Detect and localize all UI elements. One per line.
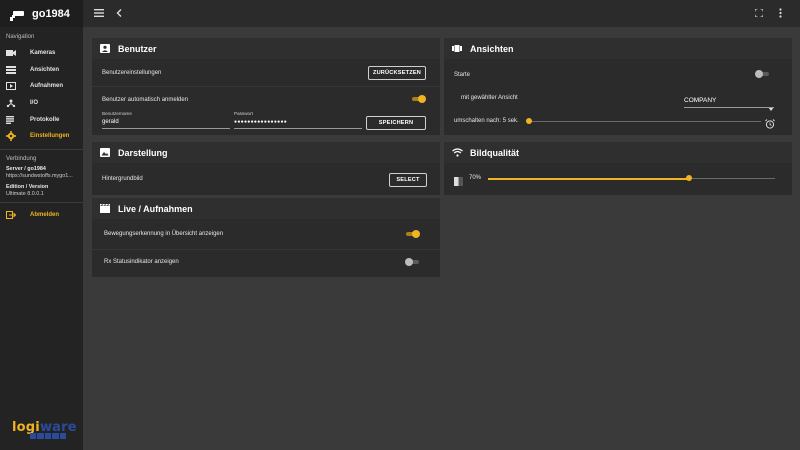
password-label: Passwort xyxy=(234,111,253,116)
benutzer-title: Benutzer xyxy=(118,43,157,54)
benutzer-panel: Benutzer Benutzereinstellungen ZURÜCKSET… xyxy=(92,38,440,135)
reset-button[interactable]: ZURÜCKSETZEN xyxy=(368,66,426,80)
darstellung-header: Darstellung xyxy=(92,142,440,163)
quality-icon xyxy=(454,173,463,191)
auto-login-row: Benutzer automatisch anmelden xyxy=(92,94,440,106)
settings-label: Benutzereinstellungen xyxy=(102,69,162,76)
sidebar-item-aufnahmen[interactable]: Aufnahmen xyxy=(0,78,83,95)
clapperboard-icon xyxy=(100,203,110,213)
auto-login-label: Benutzer automatisch anmelden xyxy=(102,97,189,103)
quality-value: 70% xyxy=(469,175,482,181)
view-icon xyxy=(6,65,16,74)
benutzer-header: Benutzer xyxy=(92,38,440,59)
divider xyxy=(0,148,83,150)
sidebar-item-io[interactable]: I/O xyxy=(0,95,83,112)
bildqualitaet-header: Bildqualität xyxy=(444,142,792,163)
menu-icon[interactable] xyxy=(93,8,105,18)
quality-slider-fill xyxy=(488,177,689,180)
video-icon xyxy=(6,82,16,91)
sidebar-item-label: Aufnahmen xyxy=(30,83,63,90)
edition-label: Edition / Version xyxy=(6,183,49,190)
start-row: Starte xyxy=(444,69,792,81)
list-icon xyxy=(6,115,16,124)
ansichten-panel: Ansichten Starte mit gewählter Ansicht C… xyxy=(444,38,792,135)
app-root: go1984 Navigation Kameras Ansichten Aufn… xyxy=(0,0,800,450)
view-carousel-icon xyxy=(452,44,462,53)
sidebar-item-ansichten[interactable]: Ansichten xyxy=(0,62,83,79)
sidebar-item-einstellungen[interactable]: Einstellungen xyxy=(0,128,83,145)
background-label: Hintergrundbild xyxy=(102,176,143,182)
username-label: Benutzername xyxy=(102,111,132,116)
quality-slider-thumb[interactable] xyxy=(685,175,692,181)
top-bar xyxy=(83,0,800,27)
account-box-icon xyxy=(100,44,110,53)
divider xyxy=(0,201,83,203)
alarm-clock-icon[interactable] xyxy=(765,116,775,134)
more-vert-icon[interactable] xyxy=(774,8,786,18)
switch-slider-thumb[interactable] xyxy=(526,118,532,124)
sidebar-item-kameras[interactable]: Kameras xyxy=(0,45,83,62)
motion-label: Bewegungserkennung in Übersicht anzeigen xyxy=(104,231,224,237)
ansichten-header: Ansichten xyxy=(444,38,792,59)
view-label: mit gewählter Ansicht xyxy=(461,95,518,101)
live-panel: Live / Aufnahmen Bewegungserkennung in Ü… xyxy=(92,198,440,277)
fullscreen-icon[interactable] xyxy=(753,8,765,18)
nav-heading: Navigation xyxy=(6,34,35,40)
switch-label: umschalten nach: 5 sek. xyxy=(454,118,519,124)
sidebar-item-label: Protokolle xyxy=(30,116,60,123)
sidebar-item-protokolle[interactable]: Protokolle xyxy=(0,111,83,128)
switch-slider-track xyxy=(529,121,761,122)
network-icon xyxy=(6,99,16,108)
view-select-value: COMPANY xyxy=(684,97,717,104)
camera-icon xyxy=(6,49,16,57)
wifi-icon xyxy=(452,148,463,157)
password-input[interactable]: ●●●●●●●●●●●●●●●● xyxy=(234,119,287,125)
logout-label: Abmelden xyxy=(30,212,60,219)
background-row: Hintergrundbild xyxy=(92,163,440,195)
darstellung-title: Darstellung xyxy=(118,147,168,158)
server-label: Server / go1984 xyxy=(6,165,46,172)
app-title: go1984 xyxy=(32,7,70,20)
sidebar-item-label: I/O xyxy=(30,100,39,107)
live-header: Live / Aufnahmen xyxy=(92,198,440,219)
server-value: https://sundwstoffs.mygo1... xyxy=(6,172,73,179)
rx-label: Rx Statusindikator anzeigen xyxy=(104,259,179,265)
sidebar-item-label: Ansichten xyxy=(30,66,60,73)
logout-button[interactable]: Abmelden xyxy=(0,207,83,224)
darstellung-panel: Darstellung Hintergrundbild SELECT xyxy=(92,142,440,195)
motion-toggle[interactable] xyxy=(405,230,420,238)
username-input[interactable]: gerald xyxy=(102,119,119,125)
bildqualitaet-panel: Bildqualität 70% xyxy=(444,142,792,195)
ansichten-title: Ansichten xyxy=(470,43,514,54)
auto-login-toggle[interactable] xyxy=(411,95,426,103)
motion-row: Bewegungserkennung in Übersicht anzeigen xyxy=(92,224,440,244)
edition-value: Ultimate 8.0.0.1 xyxy=(6,190,44,197)
start-toggle[interactable] xyxy=(755,70,770,78)
chevron-left-icon[interactable] xyxy=(113,8,125,18)
brand-header: go1984 xyxy=(0,0,83,27)
gear-icon xyxy=(6,131,16,142)
sidebar-item-label: Kameras xyxy=(30,50,56,57)
sidebar: go1984 Navigation Kameras Ansichten Aufn… xyxy=(0,0,83,450)
sidebar-item-label: Einstellungen xyxy=(30,133,70,140)
logout-icon xyxy=(6,211,17,220)
rx-toggle[interactable] xyxy=(405,258,420,266)
rx-row: Rx Statusindikator anzeigen xyxy=(92,252,440,272)
start-label: Starte xyxy=(454,72,471,78)
save-button[interactable]: SPEICHERN xyxy=(366,116,426,130)
connection-heading: Verbindung xyxy=(6,155,37,162)
live-title: Live / Aufnahmen xyxy=(118,203,193,214)
image-icon xyxy=(100,148,110,157)
logiware-logo: logiware xyxy=(12,418,77,440)
select-button[interactable]: SELECT xyxy=(389,173,427,187)
bildqualitaet-title: Bildqualität xyxy=(470,147,519,158)
surveillance-camera-icon xyxy=(10,8,26,21)
view-select[interactable]: COMPANY xyxy=(684,96,774,111)
